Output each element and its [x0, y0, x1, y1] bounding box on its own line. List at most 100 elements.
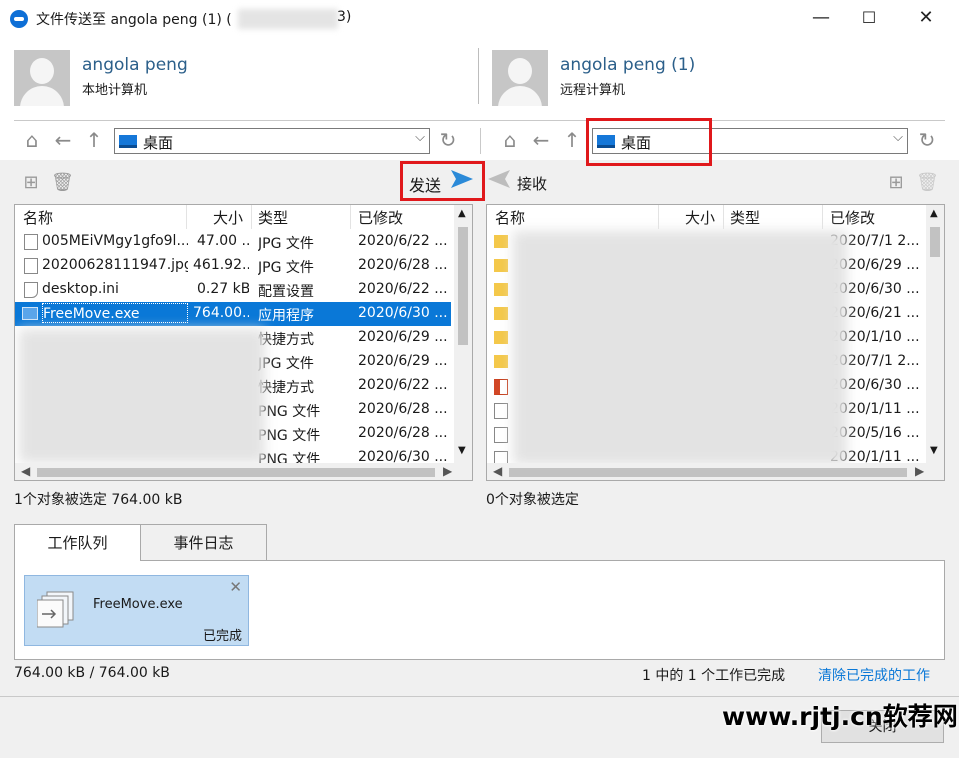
file-type: JPG 文件	[258, 260, 314, 276]
local-horizontal-scrollbar[interactable]: ◀ ▶	[15, 463, 472, 480]
home-icon[interactable]: ⌂	[20, 128, 44, 152]
up-arrow-icon[interactable]: ↑	[82, 128, 106, 152]
scroll-right-icon[interactable]: ▶	[915, 464, 924, 478]
scroll-down-icon[interactable]: ▼	[458, 445, 466, 456]
tab-work-queue[interactable]: 工作队列	[14, 524, 141, 561]
tab-joiner	[15, 560, 140, 561]
new-folder-icon[interactable]: ⊞	[20, 172, 42, 194]
remote-horizontal-scrollbar[interactable]: ◀ ▶	[487, 463, 944, 480]
local-file-list[interactable]: 名称 大小 类型 已修改 005MEiVMgy1gfo9l... 47.00 .…	[14, 204, 473, 481]
local-selection-status: 1个对象被选定 764.00 kB	[14, 492, 183, 508]
col-modified[interactable]: 已修改	[358, 207, 403, 228]
redacted-files	[19, 329, 265, 463]
col-type[interactable]: 类型	[258, 207, 288, 228]
remote-delete-icon[interactable]: 🗑	[916, 172, 939, 194]
col-modified[interactable]: 已修改	[830, 207, 875, 228]
remote-list-header: 名称 大小 类型 已修改	[487, 205, 923, 229]
remote-refresh-icon[interactable]: ↻	[915, 128, 939, 152]
header-divider	[478, 48, 479, 104]
file-size: 461.92...	[193, 257, 249, 273]
file-type: 快捷方式	[258, 332, 314, 348]
image-file-icon	[494, 427, 508, 443]
file-date: 2020/6/28 ...	[358, 257, 448, 273]
file-date: 2020/6/28 ...	[358, 401, 448, 417]
file-type: 配置设置	[258, 284, 314, 300]
transfer-card[interactable]: FreeMove.exe ✕ 已完成	[24, 575, 249, 646]
receive-arrow-icon[interactable]	[486, 166, 512, 192]
file-date: 2020/6/28 ...	[358, 425, 448, 441]
col-size[interactable]: 大小	[685, 207, 715, 228]
desktop-icon	[119, 135, 137, 148]
local-path-text: 桌面	[143, 134, 174, 152]
remote-back-arrow-icon[interactable]: ←	[529, 128, 553, 152]
tab-event-log[interactable]: 事件日志	[140, 524, 267, 561]
refresh-icon[interactable]: ↻	[436, 128, 460, 152]
scroll-thumb[interactable]	[509, 468, 907, 477]
col-size[interactable]: 大小	[213, 207, 243, 228]
file-size: 0.27 kB	[197, 281, 249, 297]
remote-home-icon[interactable]: ⌂	[498, 128, 522, 152]
chevron-down-icon: ⌵	[415, 130, 425, 145]
watermark: www.rjtj.cn软荐网	[722, 702, 958, 731]
file-date: 2020/6/30 ...	[358, 305, 448, 321]
file-name: 005MEiVMgy1gfo9l...	[42, 233, 188, 249]
receive-label[interactable]: 接收	[517, 173, 547, 194]
local-vertical-scrollbar[interactable]: ▲ ▼	[454, 205, 472, 463]
file-type: PNG 文件	[258, 404, 321, 420]
folder-icon	[494, 307, 508, 320]
redacted-files	[513, 231, 847, 465]
delete-icon[interactable]: 🗑	[51, 172, 74, 194]
file-type: 快捷方式	[258, 380, 314, 396]
remote-user-subtitle: 远程计算机	[560, 83, 626, 98]
chevron-down-icon: ⌵	[893, 130, 903, 145]
scroll-left-icon[interactable]: ◀	[493, 464, 502, 478]
file-type: JPG 文件	[258, 356, 314, 372]
file-row[interactable]: desktop.ini 0.27 kB 配置设置 2020/6/22 ...	[15, 278, 451, 302]
back-arrow-icon[interactable]: ←	[51, 128, 75, 152]
col-type[interactable]: 类型	[730, 207, 760, 228]
file-row[interactable]: 20200628111947.jpg 461.92... JPG 文件 2020…	[15, 254, 451, 278]
remote-avatar-icon	[492, 50, 548, 106]
remote-vertical-scrollbar[interactable]: ▲ ▼	[926, 205, 944, 463]
close-icon[interactable]: ✕	[229, 578, 242, 596]
file-name: 20200628111947.jpg	[42, 257, 188, 273]
nav-divider	[14, 120, 945, 121]
ppt-file-icon	[494, 379, 508, 395]
file-row[interactable]: 005MEiVMgy1gfo9l... 47.00 ... JPG 文件 202…	[15, 230, 451, 254]
scroll-left-icon[interactable]: ◀	[21, 464, 30, 478]
highlight-remote-path	[586, 118, 712, 166]
scroll-up-icon[interactable]: ▲	[930, 208, 938, 219]
remote-file-list[interactable]: 名称 大小 类型 已修改 2020/7/1 2... 2020/6/29 ... 2…	[486, 204, 945, 481]
teamviewer-logo-icon	[10, 10, 28, 28]
nav-separator	[480, 128, 481, 154]
file-date: 2020/6/29 ...	[358, 329, 448, 345]
scroll-right-icon[interactable]: ▶	[443, 464, 452, 478]
window-title-suffix: 3)	[337, 9, 352, 25]
transfer-file-name: FreeMove.exe	[93, 597, 183, 612]
remote-up-arrow-icon[interactable]: ↑	[560, 128, 584, 152]
clear-completed-link[interactable]: 清除已完成的工作	[818, 665, 930, 685]
remote-user-name: angola peng (1)	[560, 55, 696, 75]
file-row-selected[interactable]: FreeMove.exe 764.00... 应用程序 2020/6/30 ..…	[15, 302, 451, 326]
local-path-dropdown[interactable]: 桌面 ⌵	[114, 128, 430, 154]
col-name[interactable]: 名称	[23, 207, 53, 228]
local-user-name: angola peng	[82, 55, 188, 75]
maximize-button[interactable]: ☐	[845, 0, 893, 38]
jpg-file-icon	[24, 234, 38, 250]
redacted-id	[238, 9, 338, 29]
scroll-thumb[interactable]	[930, 227, 940, 257]
jpg-file-icon	[24, 258, 38, 274]
local-list-header: 名称 大小 类型 已修改	[15, 205, 451, 229]
scroll-up-icon[interactable]: ▲	[458, 208, 466, 219]
scroll-thumb[interactable]	[458, 227, 468, 345]
close-window-button[interactable]: ✕	[902, 0, 950, 38]
remote-new-folder-icon[interactable]: ⊞	[885, 172, 907, 194]
folder-icon	[494, 355, 508, 368]
file-type: JPG 文件	[258, 236, 314, 252]
minimize-button[interactable]: —	[797, 0, 845, 38]
file-date: 2020/6/22 ...	[358, 281, 448, 297]
col-name[interactable]: 名称	[495, 207, 525, 228]
scroll-down-icon[interactable]: ▼	[930, 445, 938, 456]
folder-icon	[494, 283, 508, 296]
scroll-thumb[interactable]	[37, 468, 435, 477]
